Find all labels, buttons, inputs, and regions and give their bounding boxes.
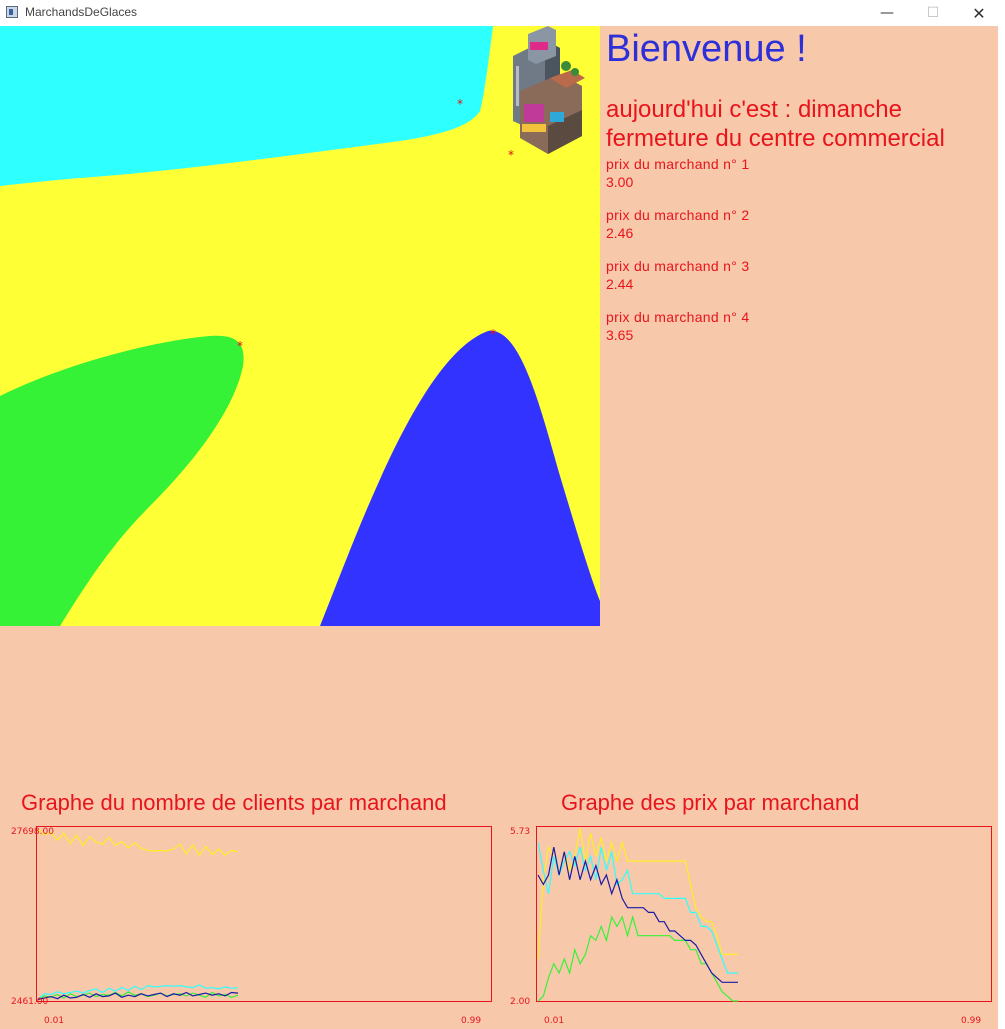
window-titlebar: MarchandsDeGlaces — ☐ ✕	[0, 0, 1005, 27]
app-icon	[6, 6, 18, 18]
clients-x-min-label: 0.01	[44, 1016, 65, 1026]
prices-graph	[536, 826, 992, 1002]
close-button[interactable]: ✕	[956, 0, 1002, 26]
merchant-3-price-label: prix du marchand n° 3	[606, 258, 750, 274]
clients-graph-title: Graphe du nombre de clients par marchand	[21, 790, 447, 815]
prices-y-max-label: 5.73	[510, 827, 531, 837]
prices-x-max-label: 0.99	[961, 1016, 982, 1026]
merchant-1-price-label: prix du marchand n° 1	[606, 156, 750, 172]
merchant-2-price-value: 2.46	[606, 225, 634, 241]
welcome-title: Bienvenue !	[606, 28, 807, 70]
clients-graph	[36, 826, 492, 1002]
clients-graph-frame	[36, 826, 492, 1002]
event-line: fermeture du centre commercial	[606, 125, 945, 152]
window-right-edge	[998, 26, 1005, 1029]
prices-series-line-4	[537, 846, 738, 983]
clients-x-max-label: 0.99	[461, 1016, 482, 1026]
client-area: * * * * Bienvenue ! aujourd'hui c'est : …	[0, 26, 1005, 1029]
day-line: aujourd'hui c'est : dimanche	[606, 96, 903, 123]
prices-x-min-label: 0.01	[544, 1016, 565, 1026]
merchant-3-price-value: 2.44	[606, 276, 634, 292]
maximize-button[interactable]: ☐	[910, 0, 956, 26]
prices-series-line-3	[537, 914, 738, 1002]
merchant-marker-1: *	[457, 97, 463, 111]
clients-y-min-label: 2461.00	[11, 997, 49, 1007]
market-map[interactable]: * * * *	[0, 26, 600, 626]
prices-graph-title: Graphe des prix par marchand	[561, 790, 860, 815]
merchant-4-price-label: prix du marchand n° 4	[606, 309, 750, 325]
merchant-4-price-value: 3.65	[606, 327, 634, 343]
merchant-marker-4: *	[490, 327, 496, 341]
prices-y-min-label: 2.00	[510, 997, 531, 1007]
merchant-2-price-label: prix du marchand n° 2	[606, 207, 750, 223]
minimize-button[interactable]: —	[864, 0, 910, 26]
merchant-marker-2: *	[508, 148, 514, 162]
clients-y-max-label: 27698.00	[11, 827, 54, 837]
merchant-1-price-value: 3.00	[606, 174, 634, 190]
merchant-marker-3: *	[237, 339, 243, 353]
window-title: MarchandsDeGlaces	[25, 5, 138, 19]
clients-series-line-1	[37, 828, 239, 857]
